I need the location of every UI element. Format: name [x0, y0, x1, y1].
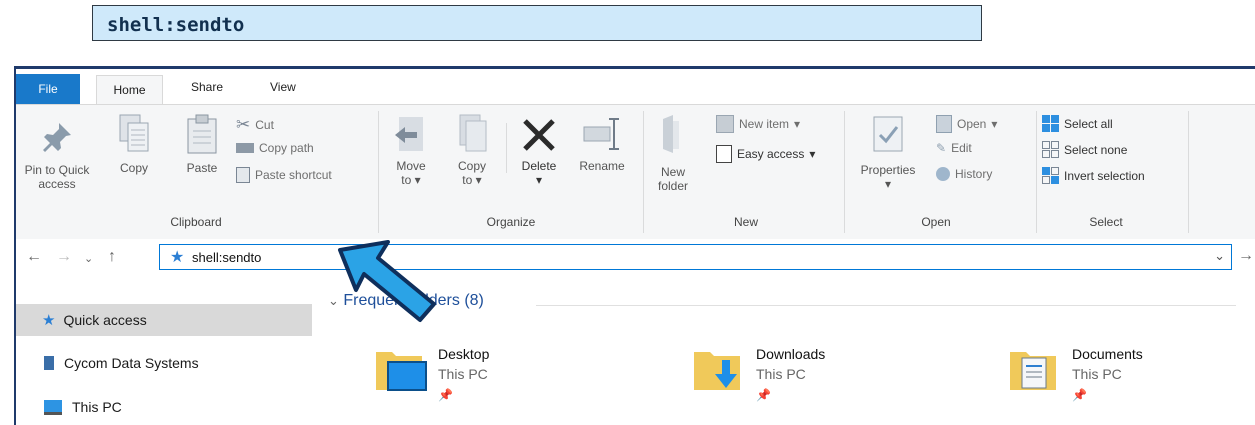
address-dropdown-chevron-icon[interactable]: ⌄: [1214, 248, 1225, 264]
quick-access-star-icon: ★: [42, 312, 56, 329]
forward-arrow-icon[interactable]: →: [56, 248, 72, 266]
paste-icon: [187, 114, 217, 154]
select-all-icon: [1042, 115, 1059, 132]
dropdown-icon: ▾: [991, 117, 998, 131]
dropdown-icon: ▾: [475, 173, 482, 187]
recent-locations-chevron-icon[interactable]: ⌄: [84, 252, 93, 265]
desktop-folder-icon: [376, 352, 427, 391]
delete-button[interactable]: Delete ▾: [514, 113, 564, 187]
documents-folder-icon: [1010, 352, 1056, 390]
address-text: shell:sendto: [192, 250, 262, 265]
pin-icon: [43, 123, 71, 152]
section-divider: [536, 305, 1236, 306]
paste-shortcut-icon: [236, 167, 250, 183]
tab-home[interactable]: Home: [96, 75, 163, 105]
sidebar-item-this-pc[interactable]: This PC: [16, 391, 312, 423]
ribbon: Pin to Quick access Copy Paste ✂ Cut Cop…: [16, 104, 1255, 240]
sidebar-item-quick-access[interactable]: ★ Quick access: [16, 304, 312, 336]
new-item-icon: [716, 115, 734, 133]
open-button[interactable]: Open ▾: [936, 115, 997, 133]
callout-arrow-icon: [338, 240, 436, 322]
group-label-organize: Organize: [486, 215, 536, 229]
tab-share[interactable]: Share: [191, 80, 223, 94]
pin-icon: 📌: [756, 388, 771, 402]
ribbon-separator: [844, 111, 845, 233]
dropdown-icon: ▾: [884, 177, 892, 191]
ribbon-separator: [643, 111, 644, 233]
easy-access-button[interactable]: Easy access ▾: [716, 145, 815, 163]
go-arrow-icon[interactable]: →: [1238, 247, 1254, 265]
history-button[interactable]: History: [936, 167, 992, 181]
caption-banner: shell:sendto: [92, 5, 982, 41]
copy-icon: [119, 114, 149, 152]
dropdown-icon: ▾: [794, 117, 801, 131]
building-icon: [44, 356, 54, 370]
rename-icon: [583, 118, 619, 150]
group-label-clipboard: Clipboard: [170, 215, 222, 229]
move-to-button[interactable]: Move to ▾: [388, 113, 434, 187]
tab-view[interactable]: View: [270, 80, 296, 94]
group-label-open: Open: [921, 215, 951, 229]
explorer-window: File Home Share View Pin to Quick access…: [14, 66, 1255, 425]
cut-button[interactable]: ✂ Cut: [236, 115, 274, 135]
copy-path-button[interactable]: Copy path: [236, 141, 314, 155]
tab-file[interactable]: File: [16, 74, 80, 104]
open-file-icon: [936, 115, 952, 133]
ribbon-separator: [506, 123, 507, 173]
paste-button[interactable]: Paste: [180, 113, 224, 175]
delete-x-icon: [523, 119, 555, 151]
caption-text: shell:sendto: [107, 14, 245, 36]
back-arrow-icon[interactable]: ←: [26, 248, 42, 266]
dropdown-icon: ▾: [414, 173, 421, 187]
pin-to-quick-access-button[interactable]: Pin to Quick access: [16, 113, 98, 191]
move-to-icon: [395, 117, 423, 151]
properties-check-icon: [873, 116, 903, 152]
copy-path-icon: [236, 143, 254, 153]
monitor-icon: [44, 399, 62, 415]
select-none-button[interactable]: Select none: [1042, 141, 1127, 158]
paste-shortcut-button[interactable]: Paste shortcut: [236, 167, 332, 183]
ribbon-separator: [1188, 111, 1189, 233]
select-all-button[interactable]: Select all: [1042, 115, 1113, 132]
dropdown-icon: ▾: [535, 173, 543, 187]
quick-access-star-icon: ★: [170, 249, 185, 266]
dropdown-icon: ▾: [809, 147, 816, 161]
pin-icon: 📌: [1072, 388, 1087, 402]
new-folder-icon: [663, 115, 679, 153]
address-input[interactable]: ★ shell:sendto ⌄: [159, 244, 1232, 270]
ribbon-tabs: File Home Share View: [16, 69, 1255, 105]
group-label-new: New: [733, 215, 758, 229]
edit-pencil-icon: ✎: [936, 141, 947, 155]
select-none-icon: [1042, 141, 1059, 158]
ribbon-separator: [1036, 111, 1037, 233]
scissors-icon: ✂: [236, 115, 251, 134]
edit-button[interactable]: ✎ Edit: [936, 141, 972, 155]
up-arrow-icon[interactable]: ↑: [108, 248, 116, 266]
new-folder-button[interactable]: New folder: [650, 113, 696, 193]
new-item-button[interactable]: New item ▾: [716, 115, 800, 133]
pin-icon: 📌: [438, 388, 453, 402]
copy-to-button[interactable]: Copy to ▾: [450, 113, 494, 187]
easy-access-icon: [716, 145, 732, 163]
invert-selection-icon: [1042, 167, 1059, 184]
properties-button[interactable]: Properties ▾: [852, 113, 924, 191]
history-icon: [936, 167, 950, 181]
sidebar-item-cycom-data-systems[interactable]: Cycom Data Systems: [16, 347, 312, 379]
invert-selection-button[interactable]: Invert selection: [1042, 167, 1145, 184]
navigation-pane: ★ Quick access Cycom Data Systems This P…: [16, 279, 316, 425]
group-label-select: Select: [1089, 215, 1123, 229]
address-bar-row: ← → ⌄ ↑ ★ shell:sendto ⌄ →: [16, 239, 1255, 275]
ribbon-separator: [378, 111, 379, 233]
rename-button[interactable]: Rename: [572, 113, 632, 173]
copy-to-icon: [459, 114, 487, 152]
copy-button[interactable]: Copy: [112, 113, 156, 175]
downloads-folder-icon: [694, 352, 740, 390]
